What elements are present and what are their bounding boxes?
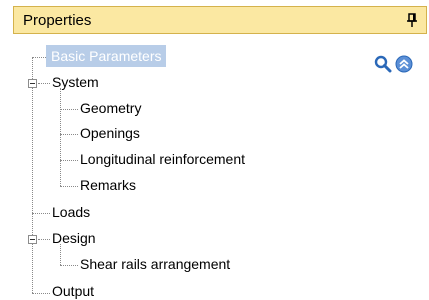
tree-item-loads[interactable]: Loads xyxy=(52,203,90,221)
tree-item-longitudinal-reinforcement[interactable]: Longitudinal reinforcement xyxy=(80,150,245,168)
tree-item-openings[interactable]: Openings xyxy=(80,124,140,142)
system-expander-icon[interactable] xyxy=(28,79,37,88)
tree-item-output[interactable]: Output xyxy=(52,282,94,300)
search-icon[interactable] xyxy=(374,55,392,73)
tree-connector xyxy=(60,109,78,110)
tree-connector xyxy=(32,213,50,214)
tree-connector xyxy=(60,134,78,135)
tree-connector xyxy=(38,83,50,84)
panel-title: Properties xyxy=(23,12,92,29)
pin-icon[interactable] xyxy=(404,12,420,28)
tree-item-design[interactable]: Design xyxy=(52,229,96,247)
tree-item-system[interactable]: System xyxy=(52,73,99,91)
collapse-up-icon[interactable] xyxy=(395,55,413,73)
tree-item-geometry[interactable]: Geometry xyxy=(80,99,141,117)
tree-item-shear-rails-arrangement[interactable]: Shear rails arrangement xyxy=(80,255,230,273)
tree-connector xyxy=(60,186,78,187)
properties-titlebar: Properties xyxy=(13,6,427,34)
tree-connector xyxy=(32,293,50,294)
tree-connector xyxy=(60,265,78,266)
system-children-line xyxy=(60,88,61,186)
tree-item-basic-parameters[interactable]: Basic Parameters xyxy=(46,45,167,67)
tree-connector xyxy=(60,160,78,161)
design-children-line xyxy=(60,244,61,265)
tree-connector xyxy=(38,239,50,240)
tree-root-line xyxy=(32,57,33,293)
design-expander-icon[interactable] xyxy=(28,235,37,244)
tree-item-remarks[interactable]: Remarks xyxy=(80,176,136,194)
